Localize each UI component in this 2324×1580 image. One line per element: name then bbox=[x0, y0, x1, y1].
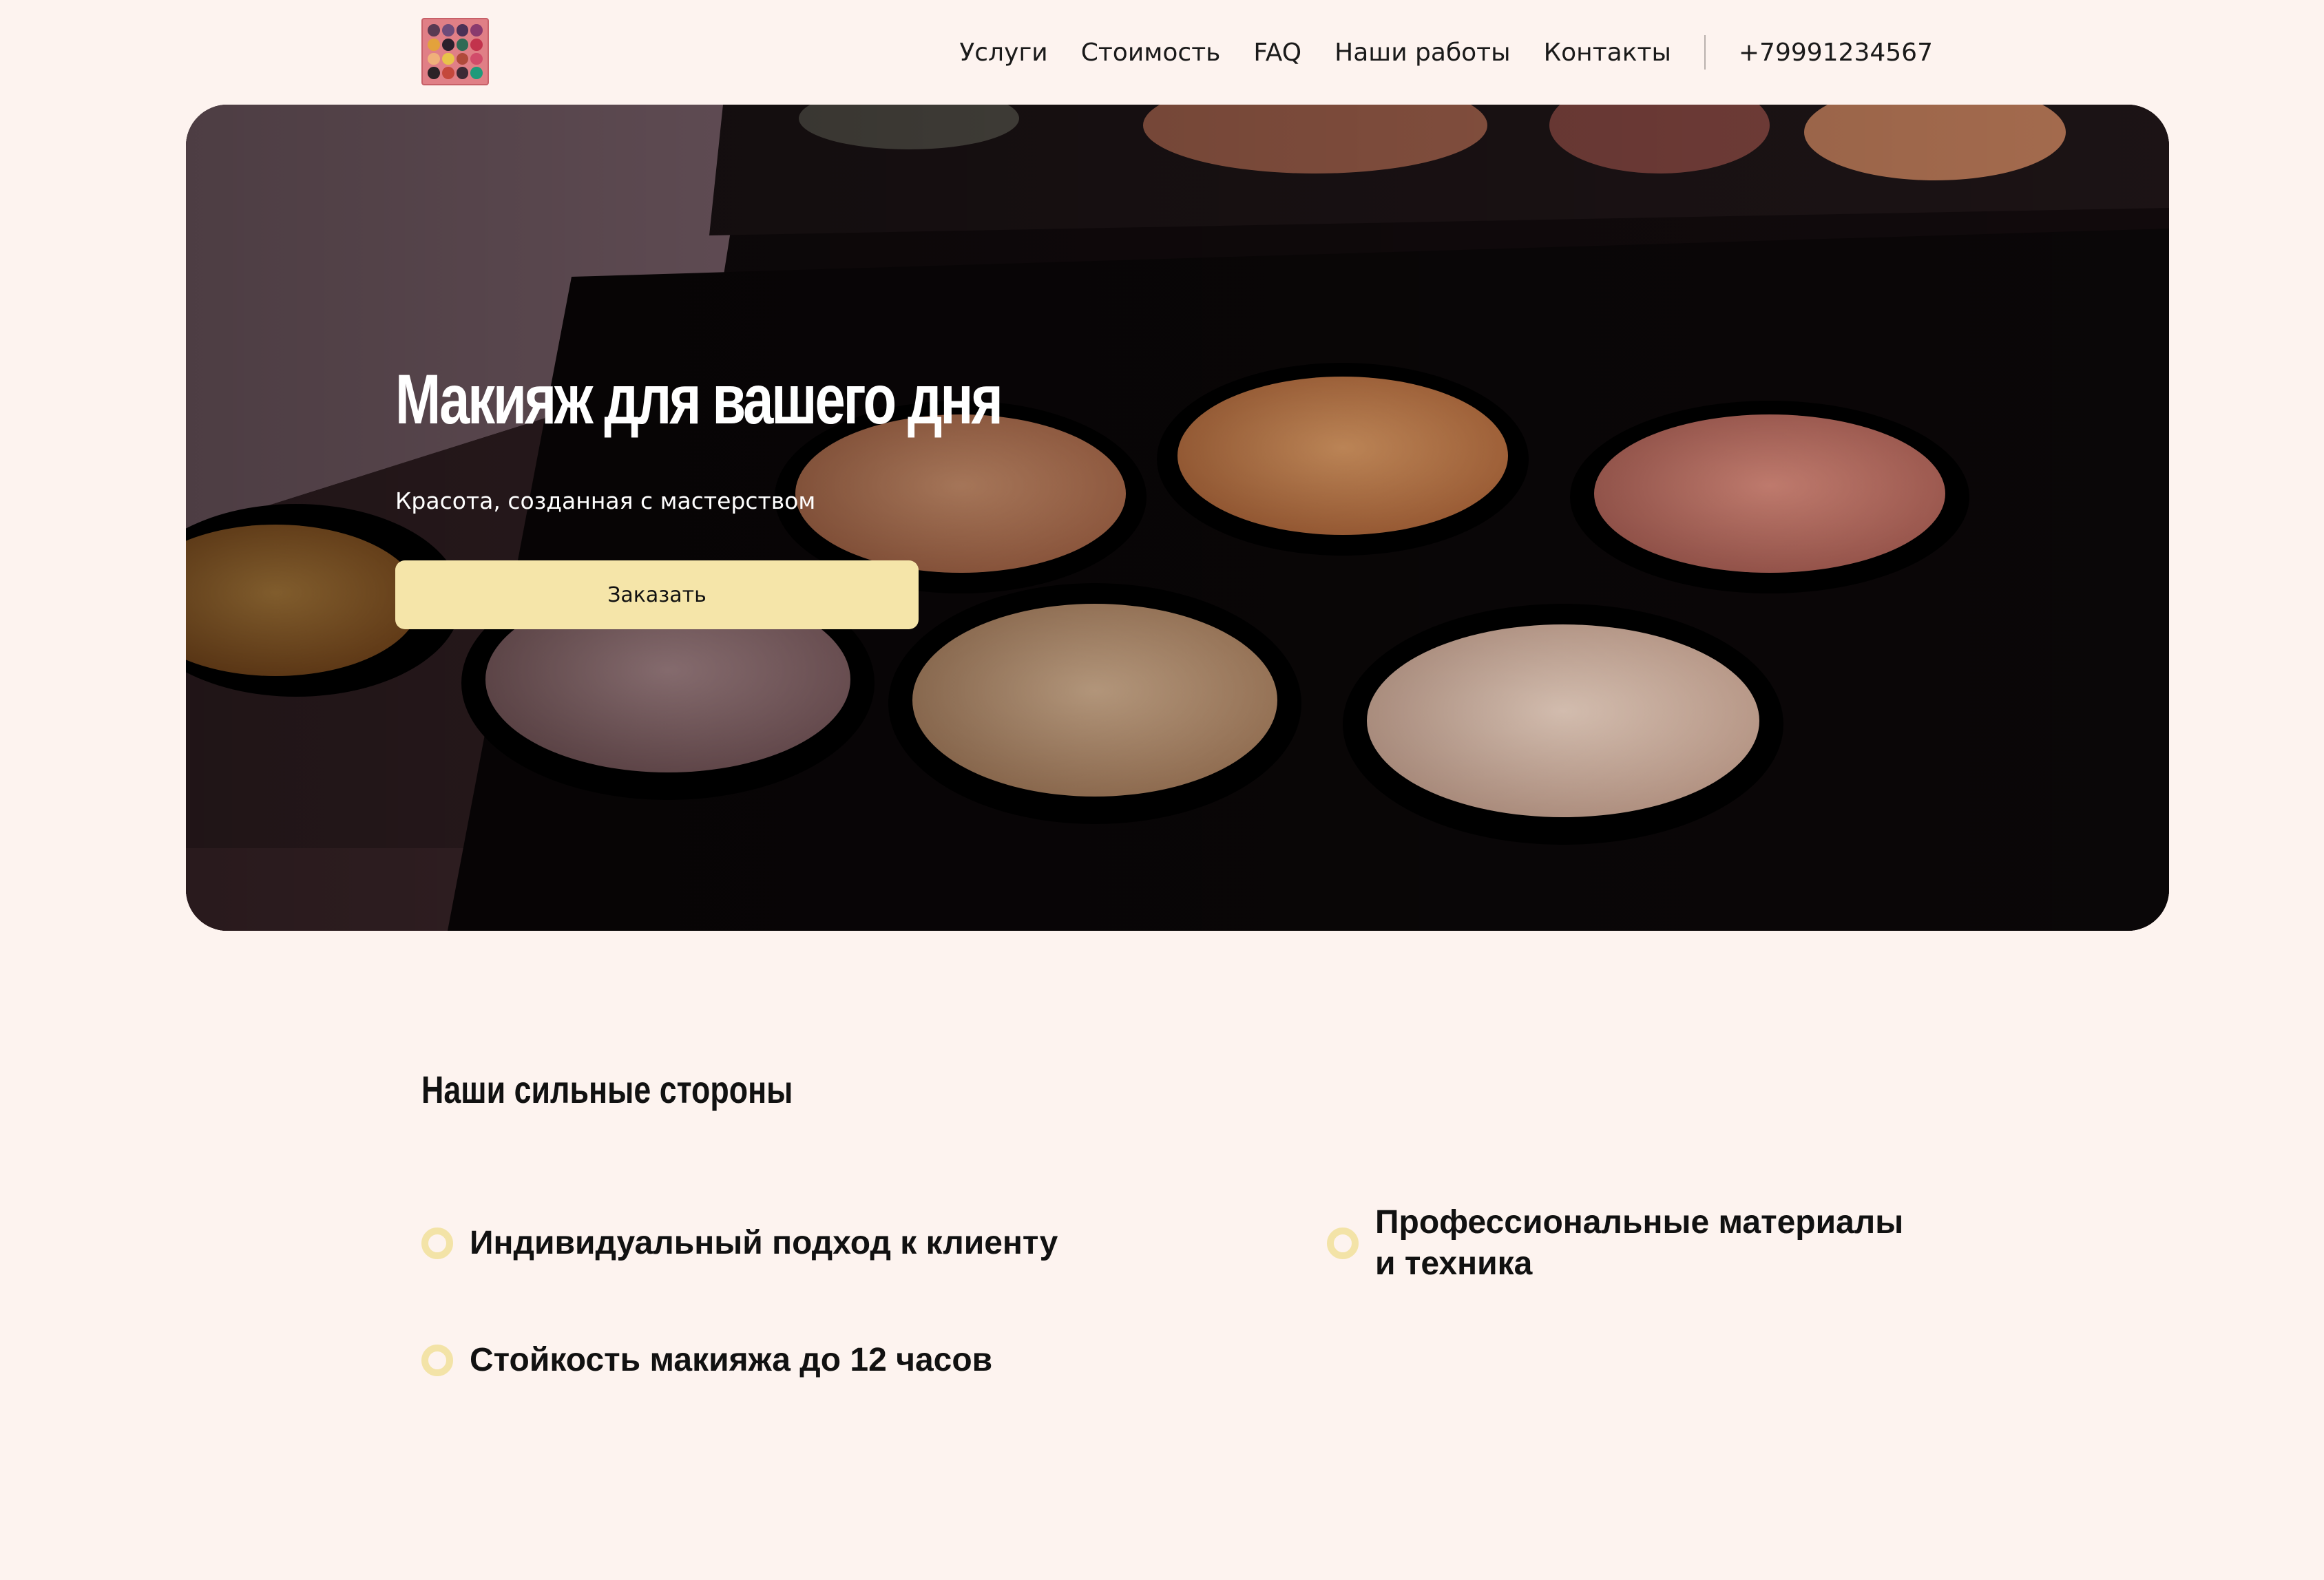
phone-link[interactable]: +79991234567 bbox=[1739, 39, 1933, 67]
palette-logo[interactable] bbox=[421, 18, 489, 85]
logo-dot bbox=[456, 24, 469, 36]
bullet-icon bbox=[1327, 1228, 1359, 1259]
bullet-icon bbox=[421, 1228, 453, 1259]
logo-dot bbox=[428, 24, 440, 36]
hero-banner: Макияж для вашего дня Красота, созданная… bbox=[186, 105, 2169, 931]
logo-dot bbox=[470, 52, 483, 65]
logo-dot bbox=[428, 52, 440, 65]
logo-dot bbox=[441, 67, 454, 79]
strength-item: Профессиональные материалы и техника bbox=[1327, 1202, 1926, 1285]
logo-dot bbox=[456, 38, 469, 51]
logo-dot bbox=[441, 52, 454, 65]
logo-dot bbox=[470, 38, 483, 51]
strength-text: Стойкость макияжа до 12 часов bbox=[470, 1342, 993, 1378]
strengths-title: Наши сильные стороны bbox=[421, 1068, 793, 1111]
strength-item: Индивидуальный подход к клиенту bbox=[421, 1223, 1248, 1264]
bullet-icon bbox=[421, 1345, 453, 1376]
main-nav: Услуги Стоимость FAQ Наши работы Контакт… bbox=[959, 32, 1933, 73]
order-button[interactable]: Заказать bbox=[395, 560, 919, 629]
nav-link-contacts[interactable]: Контакты bbox=[1544, 39, 1671, 67]
logo-dot bbox=[470, 24, 483, 36]
strength-text: Индивидуальный подход к клиенту bbox=[470, 1225, 1058, 1261]
strength-item: Стойкость макияжа до 12 часов bbox=[421, 1340, 1248, 1381]
logo-dot bbox=[441, 38, 454, 51]
logo-dot bbox=[470, 67, 483, 79]
nav-link-services[interactable]: Услуги bbox=[959, 39, 1047, 67]
logo-dot bbox=[456, 67, 469, 79]
nav-link-faq[interactable]: FAQ bbox=[1253, 39, 1301, 67]
logo-dot bbox=[428, 67, 440, 79]
logo-dot bbox=[441, 24, 454, 36]
hero-title: Макияж для вашего дня bbox=[395, 360, 1003, 439]
makeup-palette-photo bbox=[186, 105, 2169, 931]
page: Услуги Стоимость FAQ Наши работы Контакт… bbox=[0, 0, 2324, 1580]
logo-dot bbox=[428, 38, 440, 51]
nav-divider bbox=[1704, 35, 1706, 70]
logo-dot bbox=[456, 52, 469, 65]
hero-subtitle: Красота, созданная с мастерством bbox=[395, 487, 816, 514]
nav-link-portfolio[interactable]: Наши работы bbox=[1334, 39, 1510, 67]
nav-link-pricing[interactable]: Стоимость bbox=[1081, 39, 1221, 67]
strength-text: Профессиональные материалы и техника bbox=[1375, 1204, 1904, 1282]
